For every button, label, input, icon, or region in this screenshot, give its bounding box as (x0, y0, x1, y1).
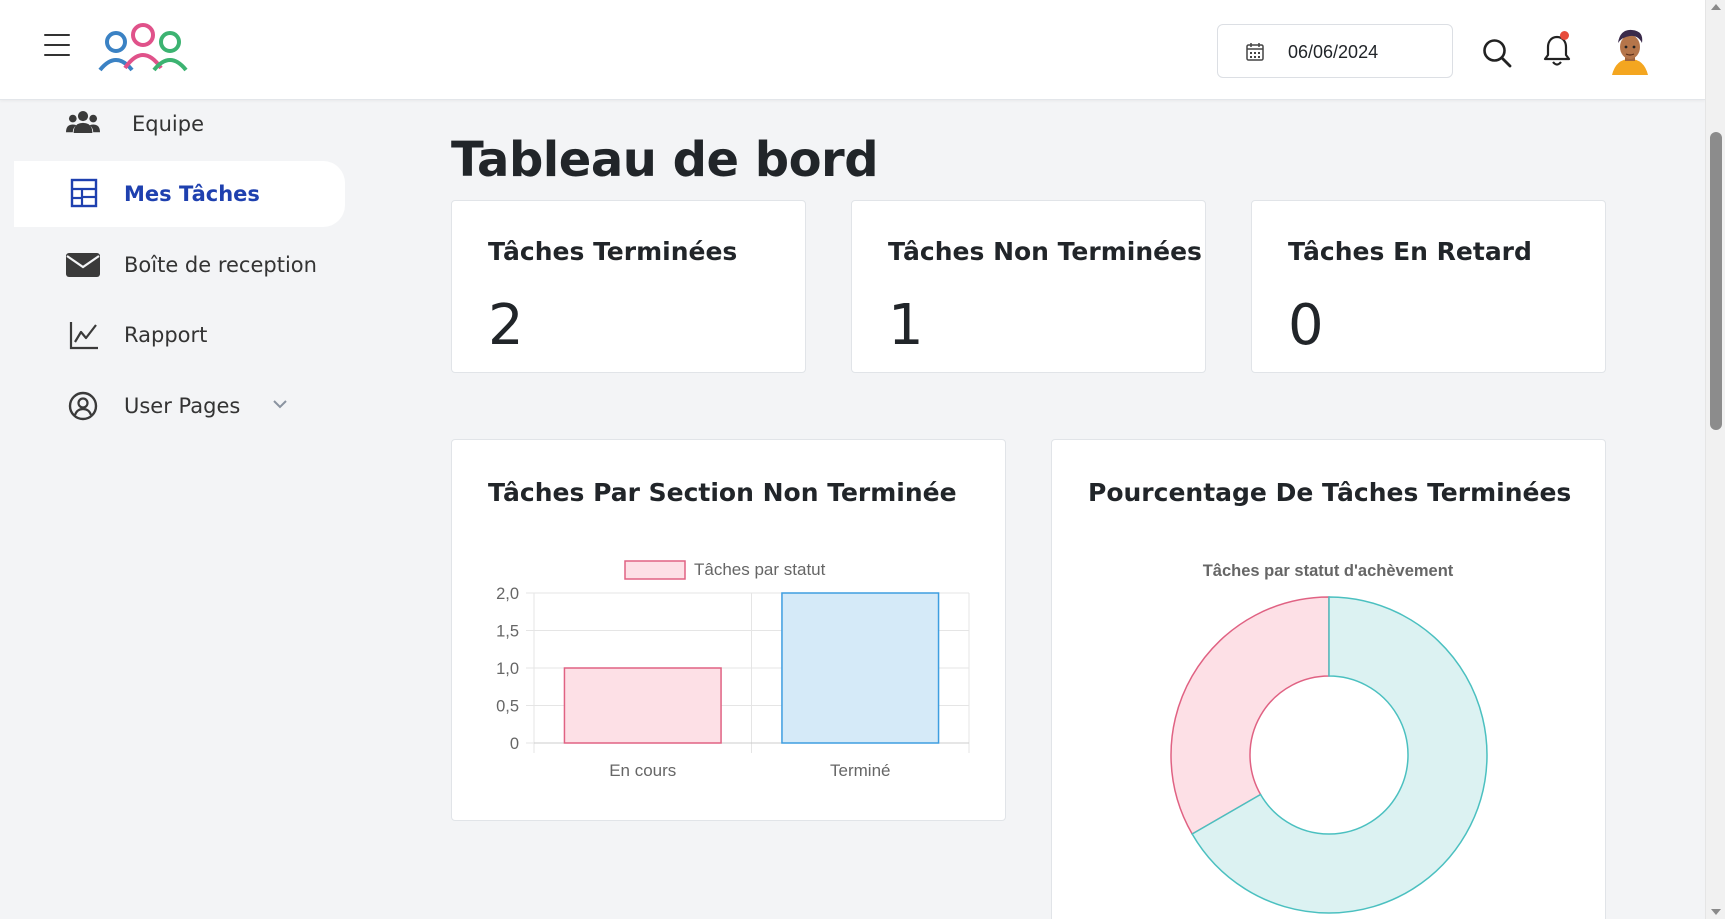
app-logo[interactable] (98, 22, 188, 72)
avatar[interactable] (1608, 27, 1652, 75)
sidebar-item-equipe[interactable]: Equipe (14, 101, 345, 147)
user-circle-icon (68, 391, 98, 421)
sidebar-item-label: User Pages (124, 394, 241, 418)
y-tick-label: 2,0 (496, 585, 519, 603)
stat-value: 1 (888, 293, 924, 358)
stat-value: 2 (488, 293, 524, 358)
scroll-thumb[interactable] (1710, 132, 1722, 430)
stat-title: Tâches Terminées (488, 237, 738, 266)
search-icon[interactable] (1482, 38, 1512, 68)
y-tick-label: 1,5 (496, 623, 519, 641)
bell-icon (1543, 35, 1571, 66)
sidebar-item-label: Rapport (124, 323, 208, 347)
notification-badge (1560, 31, 1569, 40)
stat-title: Tâches En Retard (1288, 237, 1532, 266)
x-tick-label: En cours (609, 761, 676, 780)
legend-swatch (624, 560, 686, 580)
page-scrollbar[interactable] (1705, 0, 1725, 919)
dashboard-icon (70, 178, 98, 208)
sidebar-item-mes-taches[interactable]: Mes Tâches (14, 161, 345, 227)
envelope-icon (66, 253, 100, 277)
sidebar-item-label: Boîte de reception (124, 253, 317, 277)
stat-title: Tâches Non Terminées (888, 237, 1202, 266)
calendar-icon (1246, 43, 1264, 61)
chevron-down-icon[interactable] (272, 399, 288, 409)
chart-subtitle: Tâches par statut d'achèvement (1203, 562, 1454, 580)
top-header (0, 0, 1705, 100)
stat-card-non-terminees: Tâches Non Terminées 1 (851, 200, 1206, 373)
date-input[interactable] (1288, 39, 1438, 65)
scroll-up-arrow-icon[interactable] (1711, 4, 1721, 10)
doughnut-slice (1170, 596, 1330, 836)
line-chart-icon (69, 322, 98, 350)
notifications-button[interactable] (1542, 31, 1572, 68)
bar (563, 667, 722, 744)
legend-label: Tâches par statut (694, 560, 826, 579)
stat-card-terminees: Tâches Terminées 2 (451, 200, 806, 373)
stat-card-en-retard: Tâches En Retard 0 (1251, 200, 1606, 373)
sidebar-item-user-pages[interactable]: User Pages (14, 373, 345, 439)
bar-chart: Tâches par statut 2,0 1,5 1,0 0,5 0 En cours… (496, 560, 970, 780)
x-tick-label: Terminé (830, 761, 890, 780)
scroll-down-arrow-icon[interactable] (1711, 909, 1721, 915)
sidebar-item-boite-de-reception[interactable]: Boîte de reception (14, 232, 345, 298)
page-title: Tableau de bord (451, 132, 879, 188)
doughnut-chart-card: Pourcentage De Tâches Terminées Tâches p… (1051, 439, 1606, 919)
menu-toggle-icon[interactable] (44, 34, 70, 56)
sidebar: Equipe Mes Tâches Boîte de reception Rap… (0, 101, 380, 919)
date-picker[interactable] (1217, 24, 1453, 78)
bar-chart-card: Tâches Par Section Non Terminée Tâches p… (451, 439, 1006, 821)
y-tick-label: 1,0 (496, 660, 519, 678)
doughnut-chart: Tâches par statut d'achèvement (1170, 562, 1488, 914)
y-tick-label: 0 (510, 735, 519, 753)
y-tick-label: 0,5 (496, 698, 519, 716)
users-icon (66, 110, 100, 134)
sidebar-item-label: Equipe (132, 112, 204, 136)
sidebar-item-rapport[interactable]: Rapport (14, 302, 345, 368)
sidebar-item-label: Mes Tâches (124, 182, 260, 206)
bar (781, 592, 940, 744)
stat-value: 0 (1288, 293, 1324, 358)
